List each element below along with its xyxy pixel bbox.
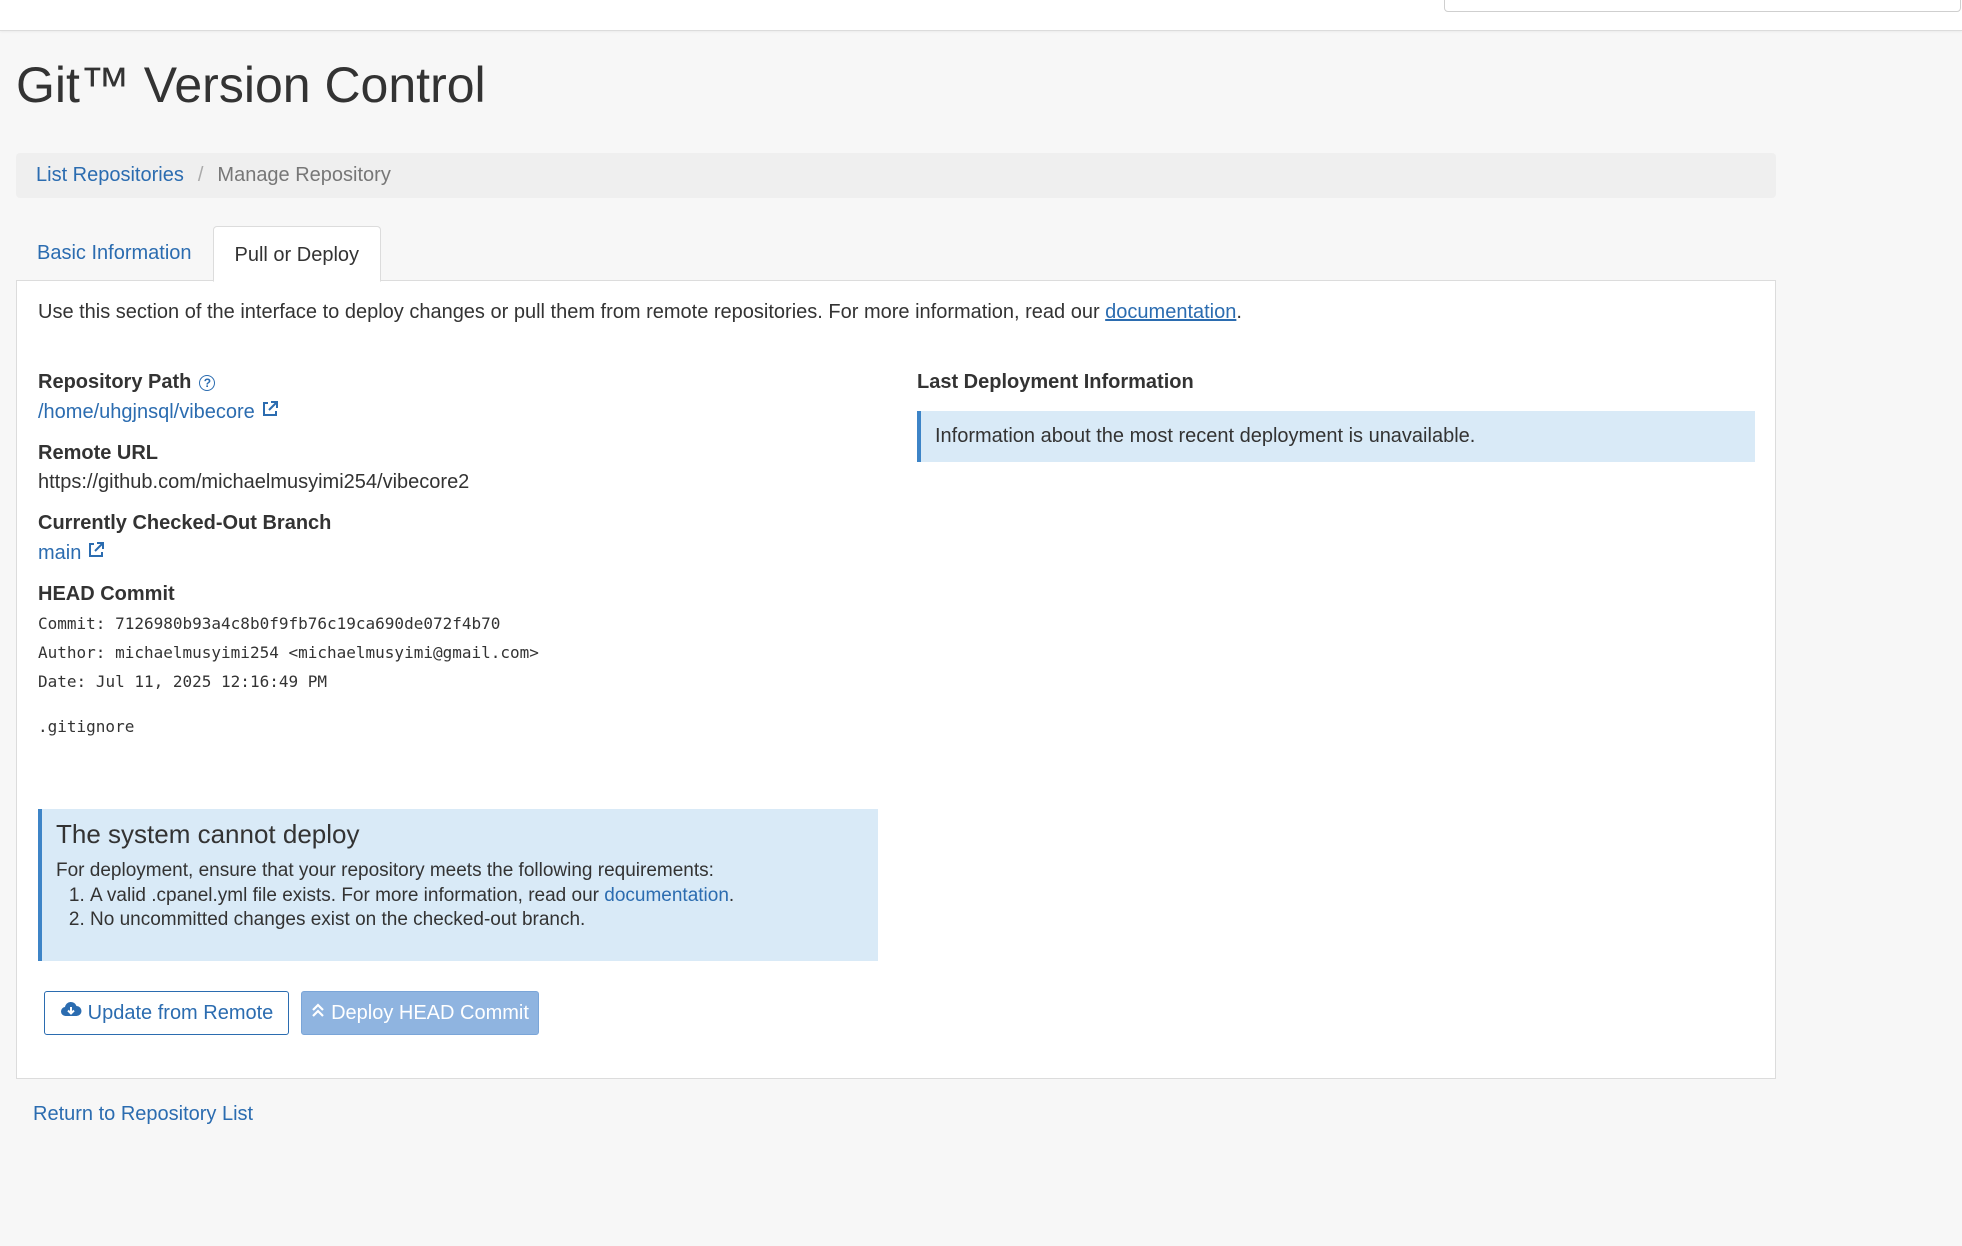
remote-url-label: Remote URL xyxy=(38,442,159,464)
branch-label: Currently Checked-Out Branch xyxy=(38,512,332,534)
requirement-suffix: . xyxy=(728,885,735,906)
top-bar xyxy=(0,0,1962,31)
pull-deploy-panel: Use this section of the interface to dep… xyxy=(16,280,1776,1079)
repository-path-link[interactable]: /home/uhgjnsql/vibecore xyxy=(38,401,255,424)
deploy-warning-alert: The system cannot deploy For deployment,… xyxy=(38,809,878,961)
date-key: Date: xyxy=(38,672,87,691)
cloud-download-icon xyxy=(60,1001,82,1025)
commit-row: Commit: 7126980b93a4c8b0f9fb76c19ca690de… xyxy=(38,614,878,633)
deploy-head-commit-button[interactable]: Deploy HEAD Commit xyxy=(301,991,539,1035)
double-chevron-up-icon xyxy=(311,1001,325,1025)
tab-pull-or-deploy[interactable]: Pull or Deploy xyxy=(212,226,382,282)
author-value: michaelmusyimi254 <michaelmusyimi@gmail.… xyxy=(115,643,539,662)
date-value: Jul 11, 2025 12:16:49 PM xyxy=(95,672,327,691)
alert-title: The system cannot deploy xyxy=(56,819,360,849)
intro-suffix: . xyxy=(1236,301,1242,323)
external-link-icon[interactable] xyxy=(261,400,279,424)
branch-row: main xyxy=(38,541,878,565)
commit-hash: 7126980b93a4c8b0f9fb76c19ca690de072f4b70 xyxy=(115,614,501,633)
author-key: Author: xyxy=(38,643,106,662)
help-icon[interactable]: ? xyxy=(199,374,216,391)
head-commit-label: HEAD Commit xyxy=(38,583,175,605)
requirement-item: A valid .cpanel.yml file exists. For mor… xyxy=(90,884,878,908)
breadcrumb: List Repositories / Manage Repository xyxy=(16,153,1776,198)
tab-basic-information[interactable]: Basic Information xyxy=(16,225,213,281)
return-to-repository-list-link[interactable]: Return to Repository List xyxy=(33,1103,253,1126)
intro-body: Use this section of the interface to dep… xyxy=(38,301,1106,323)
page-title: Git™ Version Control xyxy=(16,57,486,113)
branch-link[interactable]: main xyxy=(38,542,81,565)
deployment-details: Last Deployment Information Information … xyxy=(917,371,1757,462)
breadcrumb-separator: / xyxy=(197,164,204,186)
search-input[interactable] xyxy=(1444,0,1961,12)
author-row: Author: michaelmusyimi254 <michaelmusyim… xyxy=(38,643,878,662)
requirement-item: No uncommitted changes exist on the chec… xyxy=(90,908,878,932)
alert-intro: For deployment, ensure that your reposit… xyxy=(56,860,714,881)
breadcrumb-list-repositories[interactable]: List Repositories xyxy=(36,164,184,187)
requirement-documentation-link[interactable]: documentation xyxy=(604,885,729,906)
repository-details: Repository Path ? /home/uhgjnsql/vibecor… xyxy=(38,371,878,736)
commit-message: .gitignore xyxy=(38,717,135,736)
breadcrumb-current: Manage Repository xyxy=(217,164,391,186)
external-link-icon[interactable] xyxy=(87,541,105,565)
last-deployment-label: Last Deployment Information xyxy=(917,371,1194,393)
requirement-text: A valid .cpanel.yml file exists. For mor… xyxy=(90,885,605,906)
intro-documentation-link[interactable]: documentation xyxy=(1105,301,1236,323)
date-row: Date: Jul 11, 2025 12:16:49 PM xyxy=(38,672,878,691)
update-from-remote-button[interactable]: Update from Remote xyxy=(44,991,289,1035)
remote-url-value: https://github.com/michaelmusyimi254/vib… xyxy=(38,471,470,493)
commit-key: Commit: xyxy=(38,614,106,633)
update-button-label: Update from Remote xyxy=(87,1001,274,1024)
repository-path-label: Repository Path ? xyxy=(38,371,878,394)
intro-text: Use this section of the interface to dep… xyxy=(38,301,1242,324)
requirements-list: A valid .cpanel.yml file exists. For mor… xyxy=(56,884,878,932)
deploy-button-label: Deploy HEAD Commit xyxy=(331,1001,529,1024)
repository-path-row: /home/uhgjnsql/vibecore xyxy=(38,400,878,424)
repository-path-label-text: Repository Path xyxy=(38,371,192,393)
tab-bar: Basic Information Pull or Deploy xyxy=(16,225,382,282)
deployment-info-box: Information about the most recent deploy… xyxy=(917,411,1755,462)
